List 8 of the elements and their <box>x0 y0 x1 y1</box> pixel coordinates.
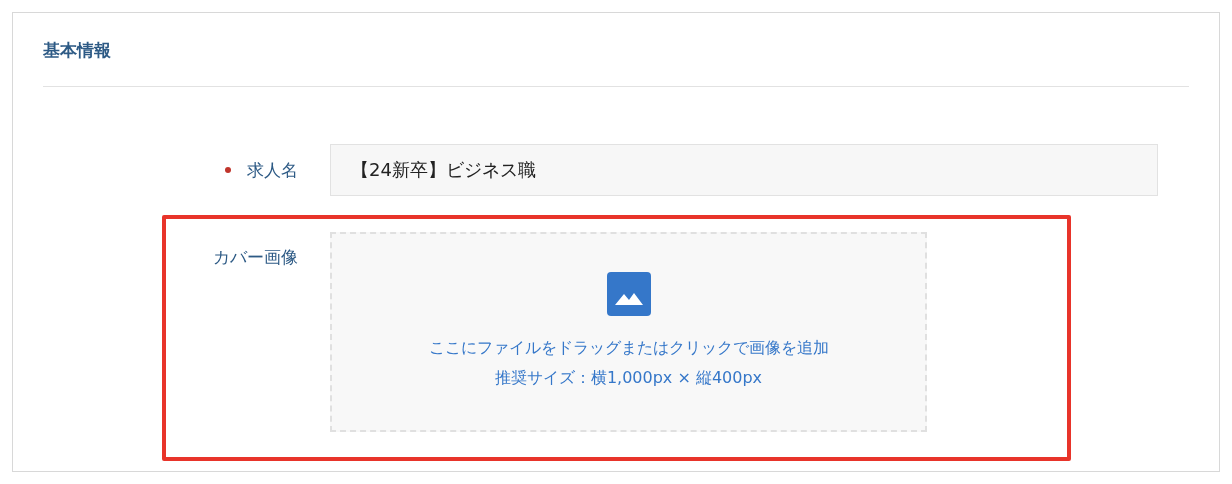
input-field[interactable]: 【24新卒】ビジネス職 <box>330 144 1158 196</box>
image-icon <box>606 272 651 316</box>
section-title: 基本情報 <box>43 39 112 62</box>
upload-dropzone[interactable]: ここにファイルをドラッグまたはクリックで画像を追加 推奨サイズ：横1,000px × 縦400px <box>330 232 927 432</box>
field-label: 求人名 <box>247 158 298 182</box>
upload-instruction: 推奨サイズ：横1,000px × 縦400px <box>494 367 763 389</box>
upload-instruction: ここにファイルをドラッグまたはクリックで画像を追加 <box>428 337 829 359</box>
field-label: カバー画像 <box>213 246 298 269</box>
